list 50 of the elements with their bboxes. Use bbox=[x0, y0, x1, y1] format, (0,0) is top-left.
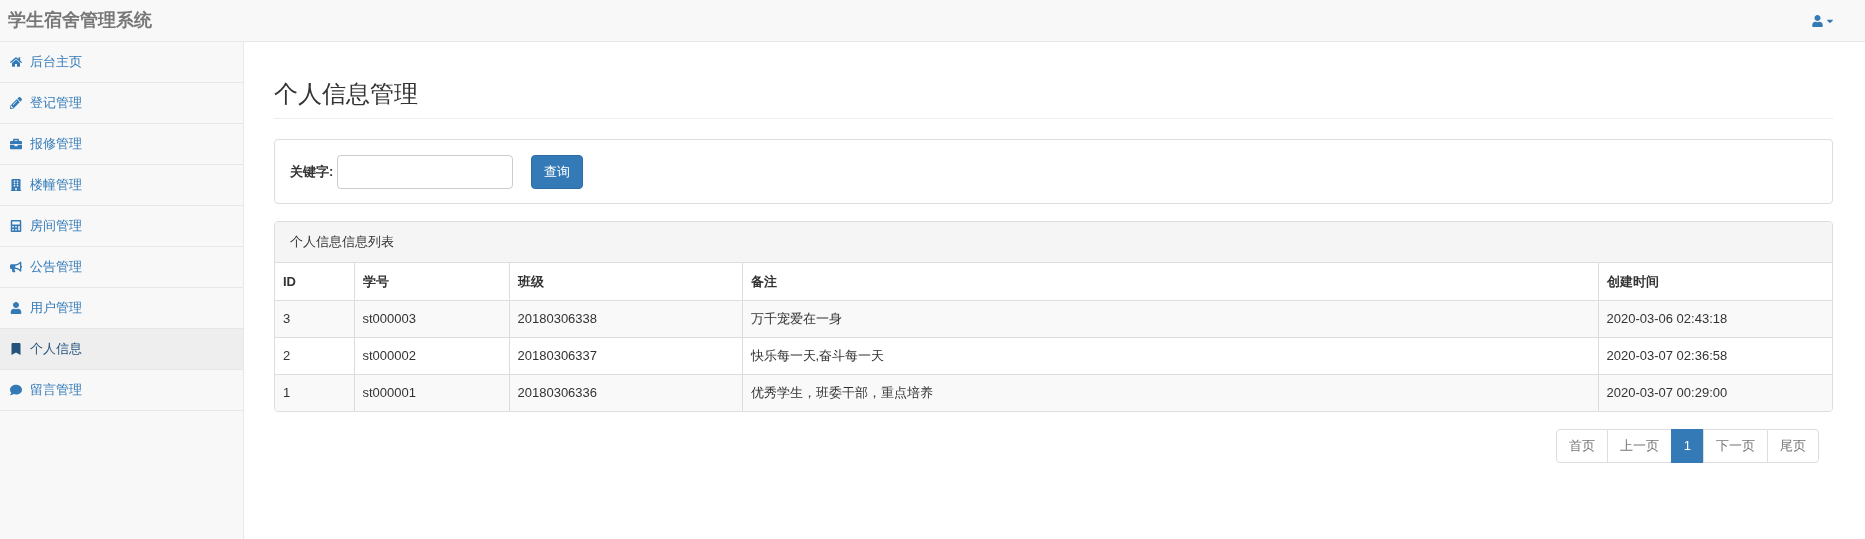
home-icon bbox=[10, 56, 22, 68]
sidebar-item[interactable]: 后台主页 bbox=[0, 42, 243, 83]
sidebar-item[interactable]: 房间管理 bbox=[0, 206, 243, 247]
search-button[interactable]: 查询 bbox=[531, 154, 584, 189]
table-cell: 20180306338 bbox=[509, 300, 742, 337]
megaphone-icon bbox=[10, 261, 22, 273]
user-icon bbox=[1812, 14, 1823, 27]
pagination-link[interactable]: 1 bbox=[1670, 429, 1704, 463]
table-cell: 快乐每一天,奋斗每一天 bbox=[742, 337, 1598, 374]
table-cell: 2020-03-07 02:36:58 bbox=[1598, 337, 1832, 374]
sidebar-item[interactable]: 报修管理 bbox=[0, 124, 243, 165]
pagination-link[interactable]: 首页 bbox=[1555, 429, 1608, 463]
building-icon bbox=[10, 179, 22, 191]
sidebar-item[interactable]: 留言管理 bbox=[0, 370, 243, 411]
column-header: ID bbox=[275, 263, 354, 300]
table-cell: st000001 bbox=[354, 374, 509, 411]
table-cell: st000002 bbox=[354, 337, 509, 374]
sidebar-item[interactable]: 楼幢管理 bbox=[0, 165, 243, 206]
pagination-link[interactable]: 下一页 bbox=[1703, 429, 1768, 463]
column-header: 学号 bbox=[354, 263, 509, 300]
user-icon bbox=[10, 302, 22, 314]
sidebar-item[interactable]: 个人信息 bbox=[0, 329, 243, 370]
speech-bubble-icon bbox=[10, 384, 22, 396]
keyword-input[interactable] bbox=[337, 154, 514, 189]
app-title: 学生宿舍管理系统 bbox=[8, 9, 152, 32]
table-cell: 1 bbox=[275, 374, 354, 411]
column-header: 备注 bbox=[742, 263, 1598, 300]
table-cell: 3 bbox=[275, 300, 354, 337]
sidebar-item[interactable]: 公告管理 bbox=[0, 247, 243, 288]
pagination-link[interactable]: 上一页 bbox=[1606, 429, 1672, 463]
user-menu-button[interactable] bbox=[1812, 14, 1835, 27]
table-cell: st000003 bbox=[354, 300, 509, 337]
table-cell: 2 bbox=[275, 337, 354, 374]
bookmark-icon bbox=[10, 343, 22, 355]
briefcase-icon bbox=[10, 138, 22, 150]
column-header: 创建时间 bbox=[1598, 263, 1832, 300]
table-cell: 20180306337 bbox=[509, 337, 742, 374]
pagination-link[interactable]: 尾页 bbox=[1767, 429, 1819, 463]
pencil-icon bbox=[10, 97, 22, 109]
table-cell: 万千宠爱在一身 bbox=[742, 300, 1598, 337]
table-cell: 20180306336 bbox=[509, 374, 742, 411]
table-cell: 优秀学生，班委干部，重点培养 bbox=[742, 374, 1598, 411]
column-header: 班级 bbox=[509, 263, 742, 300]
table-cell: 2020-03-07 00:29:00 bbox=[1598, 374, 1832, 411]
sidebar-item[interactable]: 登记管理 bbox=[0, 83, 243, 124]
page-title: 个人信息管理 bbox=[274, 79, 419, 109]
table-title: 个人信息信息列表 bbox=[290, 233, 394, 252]
keyword-label: 关键字: bbox=[290, 162, 334, 181]
calculator-icon bbox=[10, 220, 22, 232]
table-cell: 2020-03-06 02:43:18 bbox=[1598, 300, 1832, 337]
